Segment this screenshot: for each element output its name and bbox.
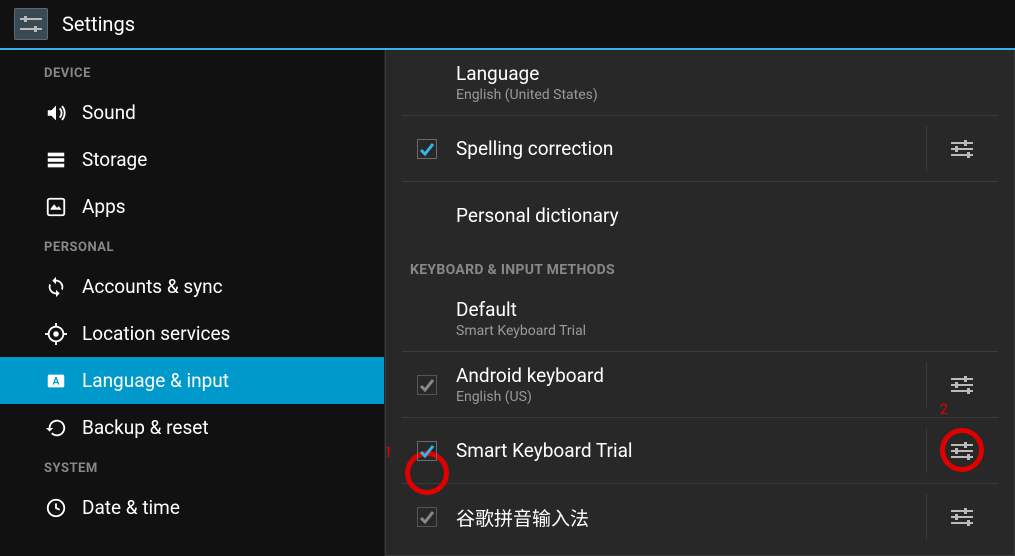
section-device: DEVICE bbox=[0, 56, 384, 89]
checkbox-google-pinyin bbox=[417, 507, 437, 527]
row-title: Android keyboard bbox=[456, 364, 926, 387]
settings-icon bbox=[14, 8, 48, 40]
storage-icon bbox=[44, 148, 68, 172]
row-title: Default bbox=[456, 298, 998, 321]
sidebar-item-apps[interactable]: Apps bbox=[0, 183, 384, 230]
page-title: Settings bbox=[62, 12, 135, 36]
row-default-ime[interactable]: Default Smart Keyboard Trial bbox=[402, 286, 998, 352]
backup-icon bbox=[44, 416, 68, 440]
location-icon bbox=[44, 322, 68, 346]
settings-content: Language English (United States) Spellin… bbox=[385, 50, 1015, 556]
sidebar-item-language[interactable]: A Language & input bbox=[0, 357, 384, 404]
row-subtitle: English (US) bbox=[456, 389, 926, 405]
row-title: Personal dictionary bbox=[456, 204, 998, 227]
app-header: Settings bbox=[0, 0, 1015, 48]
row-language[interactable]: Language English (United States) bbox=[402, 50, 998, 116]
settings-button-google-pinyin[interactable] bbox=[926, 484, 998, 550]
row-subtitle: Smart Keyboard Trial bbox=[456, 323, 998, 339]
section-personal: PERSONAL bbox=[0, 230, 384, 263]
settings-button-android-keyboard[interactable] bbox=[926, 352, 998, 417]
sliders-icon bbox=[949, 138, 975, 160]
sidebar-label: Accounts & sync bbox=[82, 275, 223, 298]
row-title: Spelling correction bbox=[456, 137, 926, 160]
keyboard-a-icon: A bbox=[44, 369, 68, 393]
sidebar-label: Storage bbox=[82, 148, 147, 171]
sliders-icon bbox=[949, 440, 975, 462]
row-google-pinyin[interactable]: 谷歌拼音输入法 bbox=[402, 484, 998, 550]
section-system: SYSTEM bbox=[0, 451, 384, 484]
sidebar-item-sound[interactable]: Sound bbox=[0, 89, 384, 136]
row-title: Language bbox=[456, 62, 998, 85]
speaker-icon bbox=[44, 101, 68, 125]
row-subtitle: English (United States) bbox=[456, 87, 998, 103]
sidebar-label: Location services bbox=[82, 322, 230, 345]
sliders-icon bbox=[949, 506, 975, 528]
settings-button-spelling[interactable] bbox=[926, 116, 998, 181]
row-title: 谷歌拼音输入法 bbox=[456, 504, 926, 531]
checkbox-smart-keyboard[interactable] bbox=[417, 441, 437, 461]
svg-text:A: A bbox=[53, 376, 60, 387]
sidebar-label: Date & time bbox=[82, 496, 180, 519]
row-spelling[interactable]: Spelling correction bbox=[402, 116, 998, 182]
sidebar-item-storage[interactable]: Storage bbox=[0, 136, 384, 183]
sidebar-item-datetime[interactable]: Date & time bbox=[0, 484, 384, 531]
checkbox-android-keyboard bbox=[417, 375, 437, 395]
checkbox-spelling[interactable] bbox=[417, 139, 437, 159]
sync-icon bbox=[44, 275, 68, 299]
sidebar-label: Backup & reset bbox=[82, 416, 209, 439]
sidebar-item-accounts[interactable]: Accounts & sync bbox=[0, 263, 384, 310]
settings-button-smart-keyboard[interactable]: 2 bbox=[926, 418, 998, 483]
sidebar-label: Apps bbox=[82, 195, 126, 218]
clock-icon bbox=[44, 496, 68, 520]
sliders-icon bbox=[949, 374, 975, 396]
row-smart-keyboard[interactable]: 1 Smart Keyboard Trial 2 bbox=[402, 418, 998, 484]
sidebar-label: Sound bbox=[82, 101, 136, 124]
annotation-label-1: 1 bbox=[385, 443, 392, 461]
row-android-keyboard[interactable]: Android keyboard English (US) bbox=[402, 352, 998, 418]
sidebar-item-backup[interactable]: Backup & reset bbox=[0, 404, 384, 451]
settings-sidebar: DEVICE Sound Storage Apps PERSONAL Accou bbox=[0, 50, 385, 556]
row-title: Smart Keyboard Trial bbox=[456, 439, 926, 462]
row-dictionary[interactable]: Personal dictionary bbox=[402, 182, 998, 248]
sidebar-label: Language & input bbox=[82, 369, 229, 392]
sidebar-item-location[interactable]: Location services bbox=[0, 310, 384, 357]
apps-icon bbox=[44, 195, 68, 219]
section-keyboard: KEYBOARD & INPUT METHODS bbox=[402, 248, 998, 286]
